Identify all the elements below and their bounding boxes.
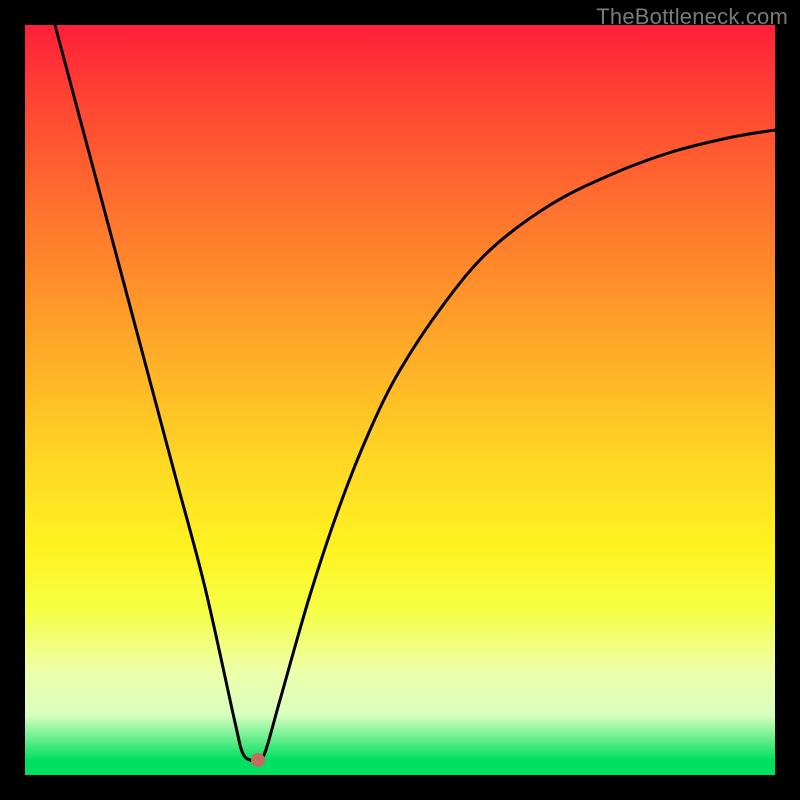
minimum-marker bbox=[251, 753, 265, 767]
watermark-text: TheBottleneck.com bbox=[596, 4, 788, 30]
bottleneck-curve bbox=[25, 25, 775, 775]
plot-area bbox=[25, 25, 775, 775]
curve-path bbox=[55, 25, 775, 761]
chart-frame: TheBottleneck.com bbox=[0, 0, 800, 800]
